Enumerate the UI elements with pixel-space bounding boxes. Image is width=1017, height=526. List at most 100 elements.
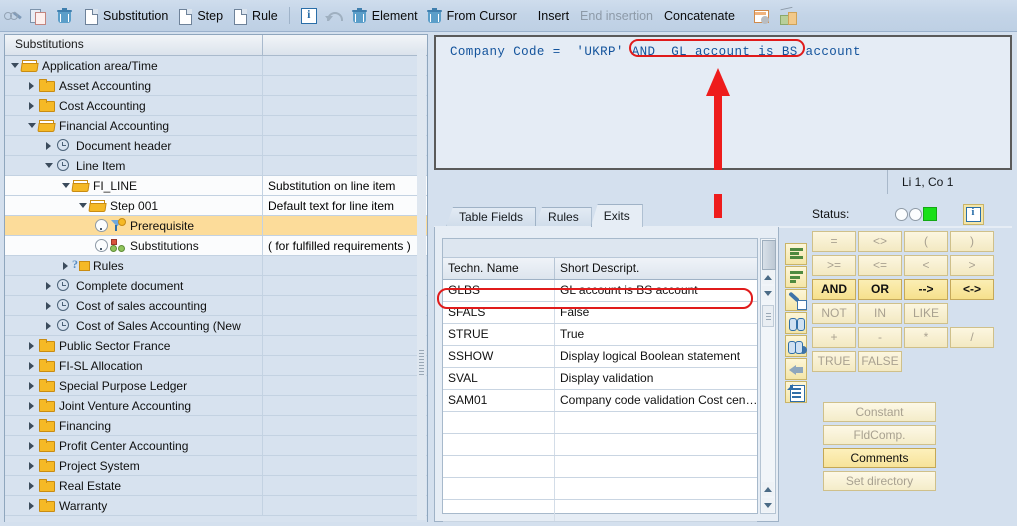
concatenate-button[interactable]: Concatenate <box>657 3 739 29</box>
tree-row[interactable]: Public Sector France <box>5 336 427 356</box>
tree-row[interactable]: Rules <box>5 256 427 276</box>
tree-row[interactable]: Complete document <box>5 276 427 296</box>
tab-rules[interactable]: Rules <box>535 207 592 227</box>
tree-row[interactable]: Prerequisite <box>5 216 427 236</box>
table-row[interactable]: SAM01Company code validation Cost cen… <box>443 390 757 412</box>
tree-row[interactable]: Real Estate <box>5 476 427 496</box>
table-row[interactable] <box>443 434 757 456</box>
tree-body[interactable]: Application area/TimeAsset AccountingCos… <box>5 56 427 522</box>
tree-row[interactable]: Cost Accounting <box>5 96 427 116</box>
info-icon[interactable] <box>963 204 984 225</box>
tree-expander-closed-icon[interactable] <box>27 496 38 515</box>
tree-row[interactable]: Asset Accounting <box>5 76 427 96</box>
find-next-icon[interactable] <box>785 335 807 357</box>
from-cursor-button[interactable]: From Cursor <box>422 3 521 29</box>
tree-expander-open-icon[interactable] <box>44 156 55 175</box>
back-arrow-icon[interactable] <box>785 358 807 380</box>
tree-expander-closed-icon[interactable] <box>27 336 38 355</box>
rule-button[interactable]: Rule <box>227 3 282 29</box>
tree-row-label-cell[interactable]: FI-SL Allocation <box>5 356 263 375</box>
tree-row[interactable]: Project System <box>5 456 427 476</box>
scrollbar-grip[interactable] <box>762 305 774 327</box>
tree-scrollbar[interactable] <box>417 50 426 520</box>
scroll-down-bottom-icon[interactable] <box>762 498 774 512</box>
copy-icon[interactable] <box>26 3 52 29</box>
tree-row-label-cell[interactable]: Complete document <box>5 276 263 295</box>
tree-expander-closed-icon[interactable] <box>27 436 38 455</box>
table-row[interactable] <box>443 456 757 478</box>
detail-list-icon[interactable] <box>785 381 807 403</box>
tree-row[interactable]: FI-SL Allocation <box>5 356 427 376</box>
tree-row[interactable]: Cost of Sales Accounting (New <box>5 316 427 336</box>
tree-expander-closed-icon[interactable] <box>27 96 38 115</box>
tree-row[interactable]: Document header <box>5 136 427 156</box>
tree-expander-closed-icon[interactable] <box>44 276 55 295</box>
table-row[interactable] <box>443 478 757 500</box>
delete-icon[interactable] <box>52 3 78 29</box>
step-button[interactable]: Step <box>172 3 227 29</box>
table-row[interactable] <box>443 500 757 522</box>
comments-button[interactable]: Comments <box>823 448 936 468</box>
tree-row-label-cell[interactable]: Financing <box>5 416 263 435</box>
information-button[interactable] <box>297 3 321 29</box>
tree-row-label-cell[interactable]: Public Sector France <box>5 336 263 355</box>
tree-expander-open-icon[interactable] <box>78 196 89 215</box>
tree-row-label-cell[interactable]: Cost Accounting <box>5 96 263 115</box>
tree-expander-closed-icon[interactable] <box>27 376 38 395</box>
element-button[interactable]: Element <box>347 3 422 29</box>
find-icon[interactable] <box>785 312 807 334</box>
tree-row-label-cell[interactable]: Asset Accounting <box>5 76 263 95</box>
tree-row[interactable]: Substitutions( for fulfilled requirement… <box>5 236 427 256</box>
tree-row-label-cell[interactable]: Cost of Sales Accounting (New <box>5 316 263 335</box>
scroll-up-bottom-icon[interactable] <box>762 482 774 496</box>
tree-expander-closed-icon[interactable] <box>27 396 38 415</box>
tree-row[interactable]: Special Purpose Ledger <box>5 376 427 396</box>
tree-row[interactable]: Application area/Time <box>5 56 427 76</box>
scroll-up-icon[interactable] <box>762 270 774 284</box>
tree-row-label-cell[interactable]: Substitutions <box>5 236 263 255</box>
tree-row[interactable]: Line Item <box>5 156 427 176</box>
tree-row-label-cell[interactable]: Project System <box>5 456 263 475</box>
tree-expander-open-icon[interactable] <box>27 116 38 135</box>
tree-expander-closed-icon[interactable] <box>44 316 55 335</box>
tree-expander-dot-icon[interactable] <box>95 219 108 232</box>
tab-exits[interactable]: Exits <box>591 204 643 227</box>
tree-row-label-cell[interactable]: Line Item <box>5 156 263 175</box>
table-scrollbar-thumb[interactable] <box>762 240 776 270</box>
table-row[interactable]: STRUETrue <box>443 324 757 346</box>
tree-expander-dot-icon[interactable] <box>95 239 108 252</box>
tree-row-label-cell[interactable]: Profit Center Accounting <box>5 436 263 455</box>
tree-row[interactable]: FI_LINESubstitution on line item <box>5 176 427 196</box>
exits-table[interactable]: Techn. Name Short Descript. GLBSGL accou… <box>442 238 758 514</box>
table-row[interactable] <box>443 412 757 434</box>
table-row[interactable]: SVALDisplay validation <box>443 368 757 390</box>
sort-ascending-icon[interactable] <box>785 243 807 265</box>
tree-row-label-cell[interactable]: FI_LINE <box>5 176 263 195</box>
tree-row[interactable]: Cost of sales accounting <box>5 296 427 316</box>
tree-expander-closed-icon[interactable] <box>27 416 38 435</box>
tree-row-label-cell[interactable]: Application area/Time <box>5 56 263 75</box>
insert-button[interactable]: Insert <box>531 3 573 29</box>
table-row[interactable]: SSHOWDisplay logical Boolean statement <box>443 346 757 368</box>
column-header-short-descript[interactable]: Short Descript. <box>555 258 757 279</box>
tree-expander-open-icon[interactable] <box>61 176 72 195</box>
tree-row-label-cell[interactable]: Step 001 <box>5 196 263 215</box>
tree-expander-open-icon[interactable] <box>10 56 21 75</box>
tree-expander-closed-icon[interactable] <box>44 296 55 315</box>
tree-expander-closed-icon[interactable] <box>44 136 55 155</box>
tree-expander-closed-icon[interactable] <box>27 456 38 475</box>
tree-expander-closed-icon[interactable] <box>27 476 38 495</box>
tree-row-label-cell[interactable]: Prerequisite <box>5 216 263 235</box>
scroll-down-icon[interactable] <box>762 286 774 300</box>
tree-row[interactable]: Warranty <box>5 496 427 516</box>
tree-row-label-cell[interactable]: Real Estate <box>5 476 263 495</box>
tab-table-fields[interactable]: Table Fields <box>446 207 536 227</box>
tree-row-label-cell[interactable]: Joint Venture Accounting <box>5 396 263 415</box>
column-header-techn-name[interactable]: Techn. Name <box>443 258 555 279</box>
tree-row[interactable]: Joint Venture Accounting <box>5 396 427 416</box>
settings-wrench-icon[interactable] <box>785 289 807 311</box>
operator-button--->[interactable]: --> <box>904 279 948 300</box>
editor-tabs[interactable]: Table FieldsRulesExits <box>446 205 642 227</box>
tree-row-label-cell[interactable]: Special Purpose Ledger <box>5 376 263 395</box>
operator-button-OR[interactable]: OR <box>858 279 902 300</box>
